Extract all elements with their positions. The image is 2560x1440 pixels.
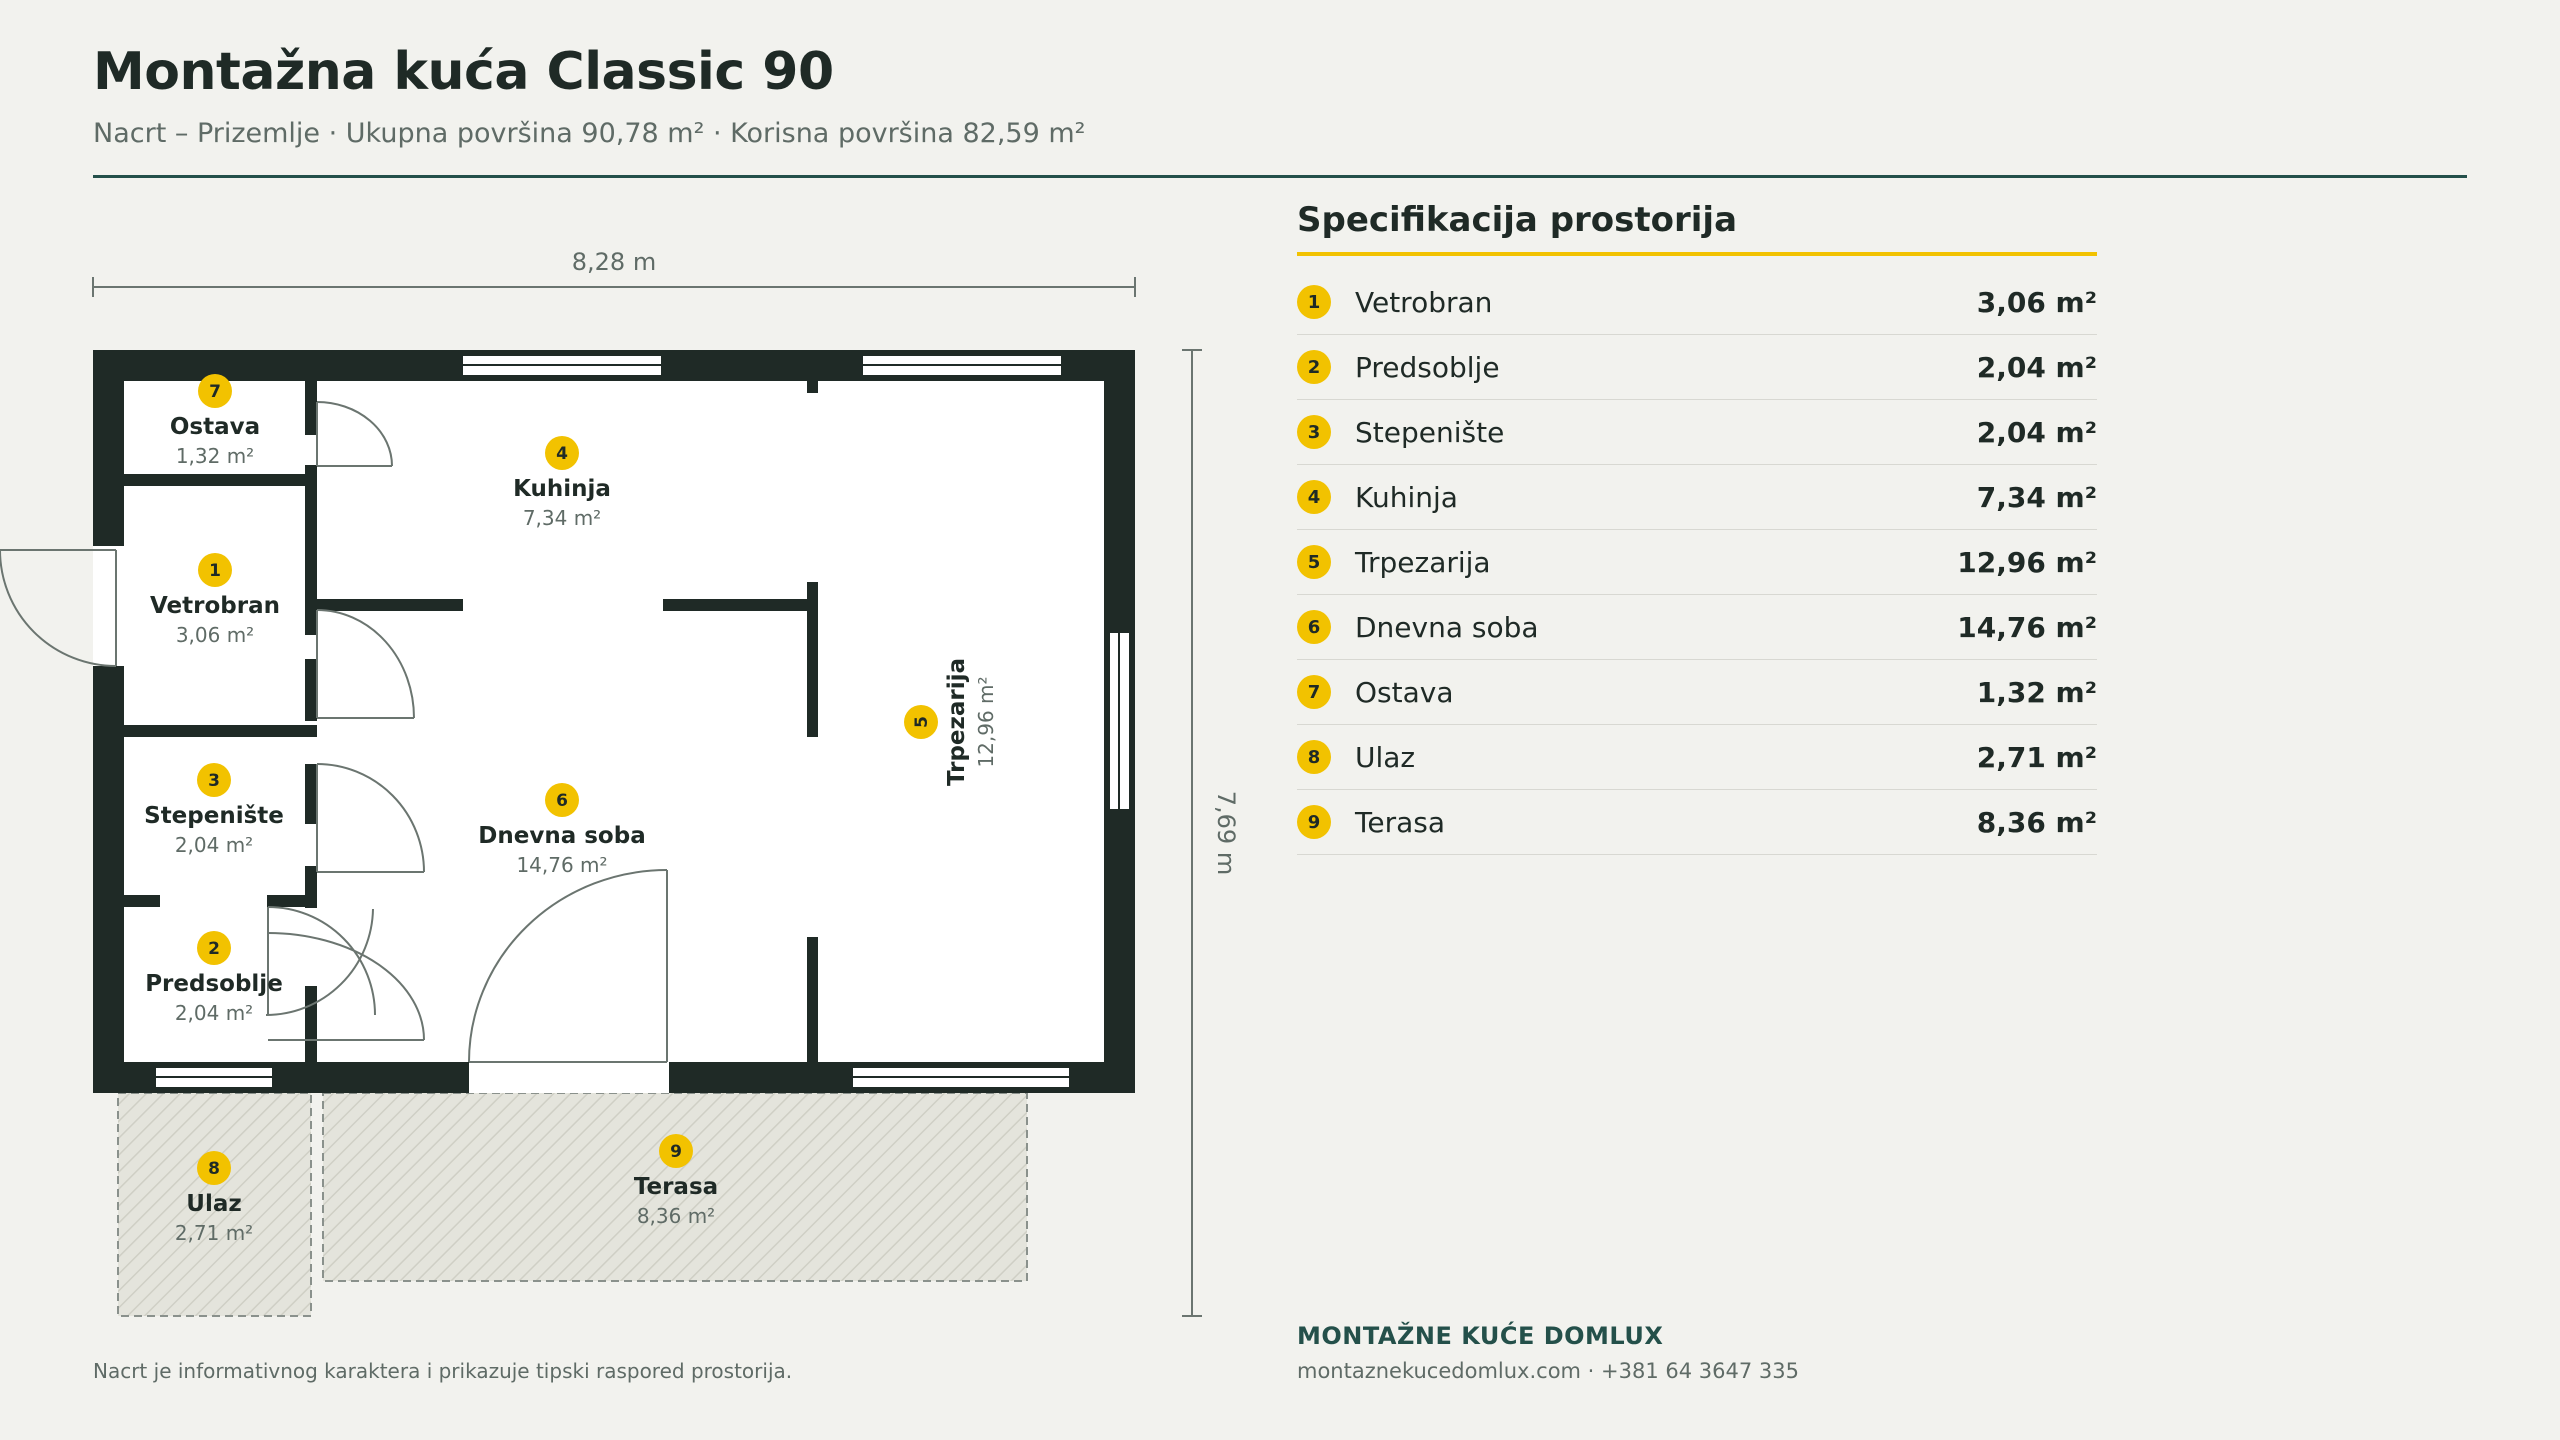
room-name: Terasa [634,1174,718,1200]
room-number: 9 [670,1142,682,1162]
spec-row: 1 Vetrobran 3,06 m² [1297,270,2097,335]
room-number: 2 [208,939,220,959]
spec-row: 7 Ostava 1,32 m² [1297,660,2097,725]
room-name: Ostava [1355,675,1454,709]
room-name: Dnevna soba [1355,610,1539,644]
room-name: Ulaz [1355,740,1416,774]
plan-note: Nacrt je informativnog karaktera i prika… [93,1359,793,1383]
floor-plan: 8,28 m 7,69 m 1Vetrobran3,06 m²2Predsobl… [0,248,1240,1317]
room-number: 7 [209,382,221,402]
height-label: 7,69 m [1212,791,1240,875]
room-area: 7,34 m² [1976,480,2097,514]
room-name: Terasa [1355,805,1445,839]
width-label: 8,28 m [572,248,656,276]
room-number-badge: 6 [1297,610,1331,644]
room-area: 14,76 m² [1957,610,2097,644]
room-name: Vetrobran [1355,285,1493,319]
room-number: 6 [556,791,568,811]
room-number: 5 [912,716,932,728]
spec-row: 3 Stepenište 2,04 m² [1297,400,2097,465]
company-contact: montaznekucedomlux.com · +381 64 3647 33… [1297,1359,1799,1383]
room-name: Trpezarija [944,658,970,786]
room-name: Ulaz [186,1191,241,1217]
room-number-badge: 1 [1297,285,1331,319]
room-number-badge: 2 [1297,350,1331,384]
room-number: 1 [209,561,221,581]
page: Montažna kuća Classic 90 Nacrt – Prizeml… [0,0,2560,1440]
room-number: 3 [208,771,220,791]
room-area: 2,04 m² [1976,415,2097,449]
company-name: MONTAŽNE KUĆE DOMLUX [1297,1322,1664,1350]
room-area: 2,04 m² [175,833,253,857]
room-area: 3,06 m² [176,623,254,647]
room-name: Dnevna soba [478,823,645,849]
room-name: Stepenište [1355,415,1505,449]
room-area: 2,71 m² [175,1221,253,1245]
room-area: 2,04 m² [175,1001,253,1025]
room-area: 8,36 m² [1976,805,2097,839]
room-area: 1,32 m² [176,444,254,468]
room-area: 14,76 m² [516,853,607,877]
room-number-badge: 3 [1297,415,1331,449]
spec-row: 8 Ulaz 2,71 m² [1297,725,2097,790]
room-number-badge: 5 [1297,545,1331,579]
room-number: 8 [208,1159,220,1179]
room-number: 4 [556,444,568,464]
spec-title: Specifikacija prostorija [1297,200,2097,256]
room-area: 12,96 m² [974,676,998,767]
room-number-badge: 9 [1297,805,1331,839]
room-name: Vetrobran [150,593,280,619]
room-area: 3,06 m² [1976,285,2097,319]
room-area: 2,04 m² [1976,350,2097,384]
room-area: 8,36 m² [637,1204,715,1228]
room-name: Predsoblje [1355,350,1500,384]
room-area: 12,96 m² [1957,545,2097,579]
room-name: Predsoblje [145,971,283,997]
room-name: Kuhinja [513,476,611,502]
room-number-badge: 7 [1297,675,1331,709]
room-area: 2,71 m² [1976,740,2097,774]
room-name: Trpezarija [1355,545,1491,579]
terrace-door-opening [469,1062,669,1093]
entry-door-opening [93,546,124,666]
room-area: 1,32 m² [1976,675,2097,709]
room-number-badge: 4 [1297,480,1331,514]
room-number-badge: 8 [1297,740,1331,774]
height-dimension: 7,69 m [1182,349,1240,1317]
spec-row: 4 Kuhinja 7,34 m² [1297,465,2097,530]
room-area: 7,34 m² [523,506,601,530]
spec-row: 6 Dnevna soba 14,76 m² [1297,595,2097,660]
spec-row: 5 Trpezarija 12,96 m² [1297,530,2097,595]
width-dimension: 8,28 m [92,248,1136,297]
room-specification: Specifikacija prostorija 1 Vetrobran 3,06 … [1297,200,2097,855]
spec-list: 1 Vetrobran 3,06 m² 2 Predsoblje 2,04 m² 3 St… [1297,270,2097,855]
room-name: Kuhinja [1355,480,1458,514]
room-name: Ostava [170,414,260,440]
spec-row: 2 Predsoblje 2,04 m² [1297,335,2097,400]
room-name: Stepenište [144,803,284,829]
spec-row: 9 Terasa 8,36 m² [1297,790,2097,855]
